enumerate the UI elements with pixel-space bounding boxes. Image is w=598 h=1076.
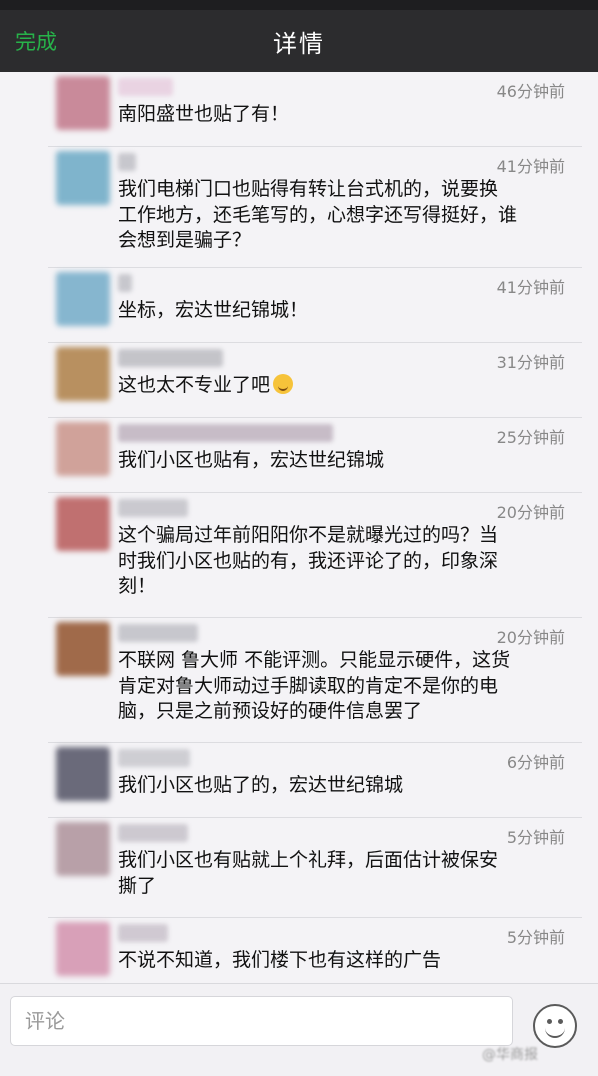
comment-text-content: 这也太不专业了吧 [118,374,271,396]
emoji-eye-left [547,1019,552,1024]
comment-time: 41分钟前 [496,278,565,297]
avatar[interactable] [56,622,110,676]
comment-item[interactable]: 20分钟前不联网 鲁大师 不能评测。只能显示硬件，这货 肯定对鲁大师动过手脚读取… [48,618,582,743]
comment-text: 这也太不专业了吧 [118,373,558,399]
comment-text-content: 不联网 鲁大师 不能评测。只能显示硬件，这货 肯定对鲁大师动过手脚读取的肯定不是… [118,649,511,722]
avatar[interactable] [56,76,110,130]
comment-text-content: 我们小区也贴有，宏达世纪锦城 [118,449,385,471]
avatar[interactable] [56,822,110,876]
comment-item[interactable]: 41分钟前我们电梯门口也贴得有转让台式机的，说要换 工作地方，还毛笔写的，心想字… [48,147,582,268]
avatar[interactable] [56,347,110,401]
comment-time: 41分钟前 [496,157,565,176]
comment-item[interactable]: 20分钟前这个骗局过年前阳阳你不是就曝光过的吗？当 时我们小区也贴的有，我还评论… [48,493,582,618]
comment-text: 我们小区也贴有，宏达世纪锦城 [118,448,558,474]
comment-text: 南阳盛世也贴了有！ [118,102,558,128]
comment-list[interactable]: 46分钟前 南阳盛世也贴了有！ 41分钟前 我们电梯门口也贴得有转让台式机的，说要换 … [48,72,582,983]
comment-time: 25分钟前 [496,428,565,447]
comment-time: 6分钟前 [506,753,565,772]
comment-time: 20分钟前 [496,503,565,522]
commenter-name [118,924,168,942]
comment-text: 我们电梯门口也贴得有转让台式机的，说要换 工作地方，还毛笔写的，心想字还写得挺好… [118,177,558,254]
comment-text: 不联网 鲁大师 不能评测。只能显示硬件，这货 肯定对鲁大师动过手脚读取的肯定不是… [118,648,558,725]
comment-item[interactable]: 46分钟前南阳盛世也贴了有！ [48,72,582,147]
comment-text-content: 我们电梯门口也贴得有转让台式机的，说要换 工作地方，还毛笔写的，心想字还写得挺好… [118,178,518,251]
smiley-face-icon[interactable] [533,1004,577,1048]
status-bar [0,0,598,10]
navigation-bar: 完成 详情 [0,0,598,72]
comment-time: 5分钟前 [506,828,565,847]
comment-text-content: 坐标，宏达世纪锦城！ [118,299,309,321]
sweat-smile-emoji-icon [273,374,294,394]
comment-text: 我们小区也有贴就上个礼拜，后面估计被保安 撕了 [118,848,558,899]
comment-input[interactable] [10,996,513,1046]
commenter-name [118,274,132,292]
emoji-eye-right [558,1019,563,1024]
comment-text: 坐标，宏达世纪锦城！ [118,298,558,324]
commenter-name [118,153,136,171]
emoji-mouth [545,1027,565,1038]
comment-text: 我们小区也贴了的，宏达世纪锦城 [118,773,558,799]
comment-text-content: 这个骗局过年前阳阳你不是就曝光过的吗？当 时我们小区也贴的有，我还评论了的，印象… [118,524,499,597]
avatar[interactable] [56,922,110,976]
commenter-name [118,624,198,642]
comment-item[interactable]: 5分钟前 我们小区也有贴就上个礼拜，后面估计被保安 撕了 [48,818,582,918]
comment-item[interactable]: 31分钟前这也太不专业了吧 [48,343,582,418]
comment-item[interactable]: 5分钟前不说不知道，我们楼下也有这样的广告 [48,918,582,983]
comment-text-content: 不说不知道，我们楼下也有这样的广告 [118,949,442,971]
avatar[interactable] [56,151,110,205]
commenter-name [118,749,190,767]
comment-text-content: 我们小区也贴了的，宏达世纪锦城 [118,774,404,796]
avatar[interactable] [56,422,110,476]
commenter-name [118,349,223,367]
comment-text: 不说不知道，我们楼下也有这样的广告 [118,948,558,974]
comment-time: 46分钟前 [496,82,565,101]
page-title: 详情 [273,30,325,58]
comment-text: 这个骗局过年前阳阳你不是就曝光过的吗？当 时我们小区也贴的有，我还评论了的，印象… [118,523,558,600]
commenter-name [118,424,333,442]
comment-time: 20分钟前 [496,628,565,647]
comment-text-content: 南阳盛世也贴了有！ [118,103,290,125]
avatar[interactable] [56,272,110,326]
comment-time: 31分钟前 [496,353,565,372]
commenter-name [118,824,188,842]
comment-item[interactable]: 6分钟前我们小区也贴了的，宏达世纪锦城 [48,743,582,818]
commenter-name [118,499,188,517]
comment-item[interactable]: 25分钟前我们小区也贴有，宏达世纪锦城 [48,418,582,493]
watermark: @华商报 [482,1047,538,1063]
commenter-name [118,78,173,96]
comment-item[interactable]: 41分钟前坐标，宏达世纪锦城！ [48,268,582,343]
avatar[interactable] [56,497,110,551]
avatar[interactable] [56,747,110,801]
comment-text-content: 我们小区也有贴就上个礼拜，后面估计被保安 撕了 [118,849,499,897]
comment-time: 5分钟前 [506,928,565,947]
